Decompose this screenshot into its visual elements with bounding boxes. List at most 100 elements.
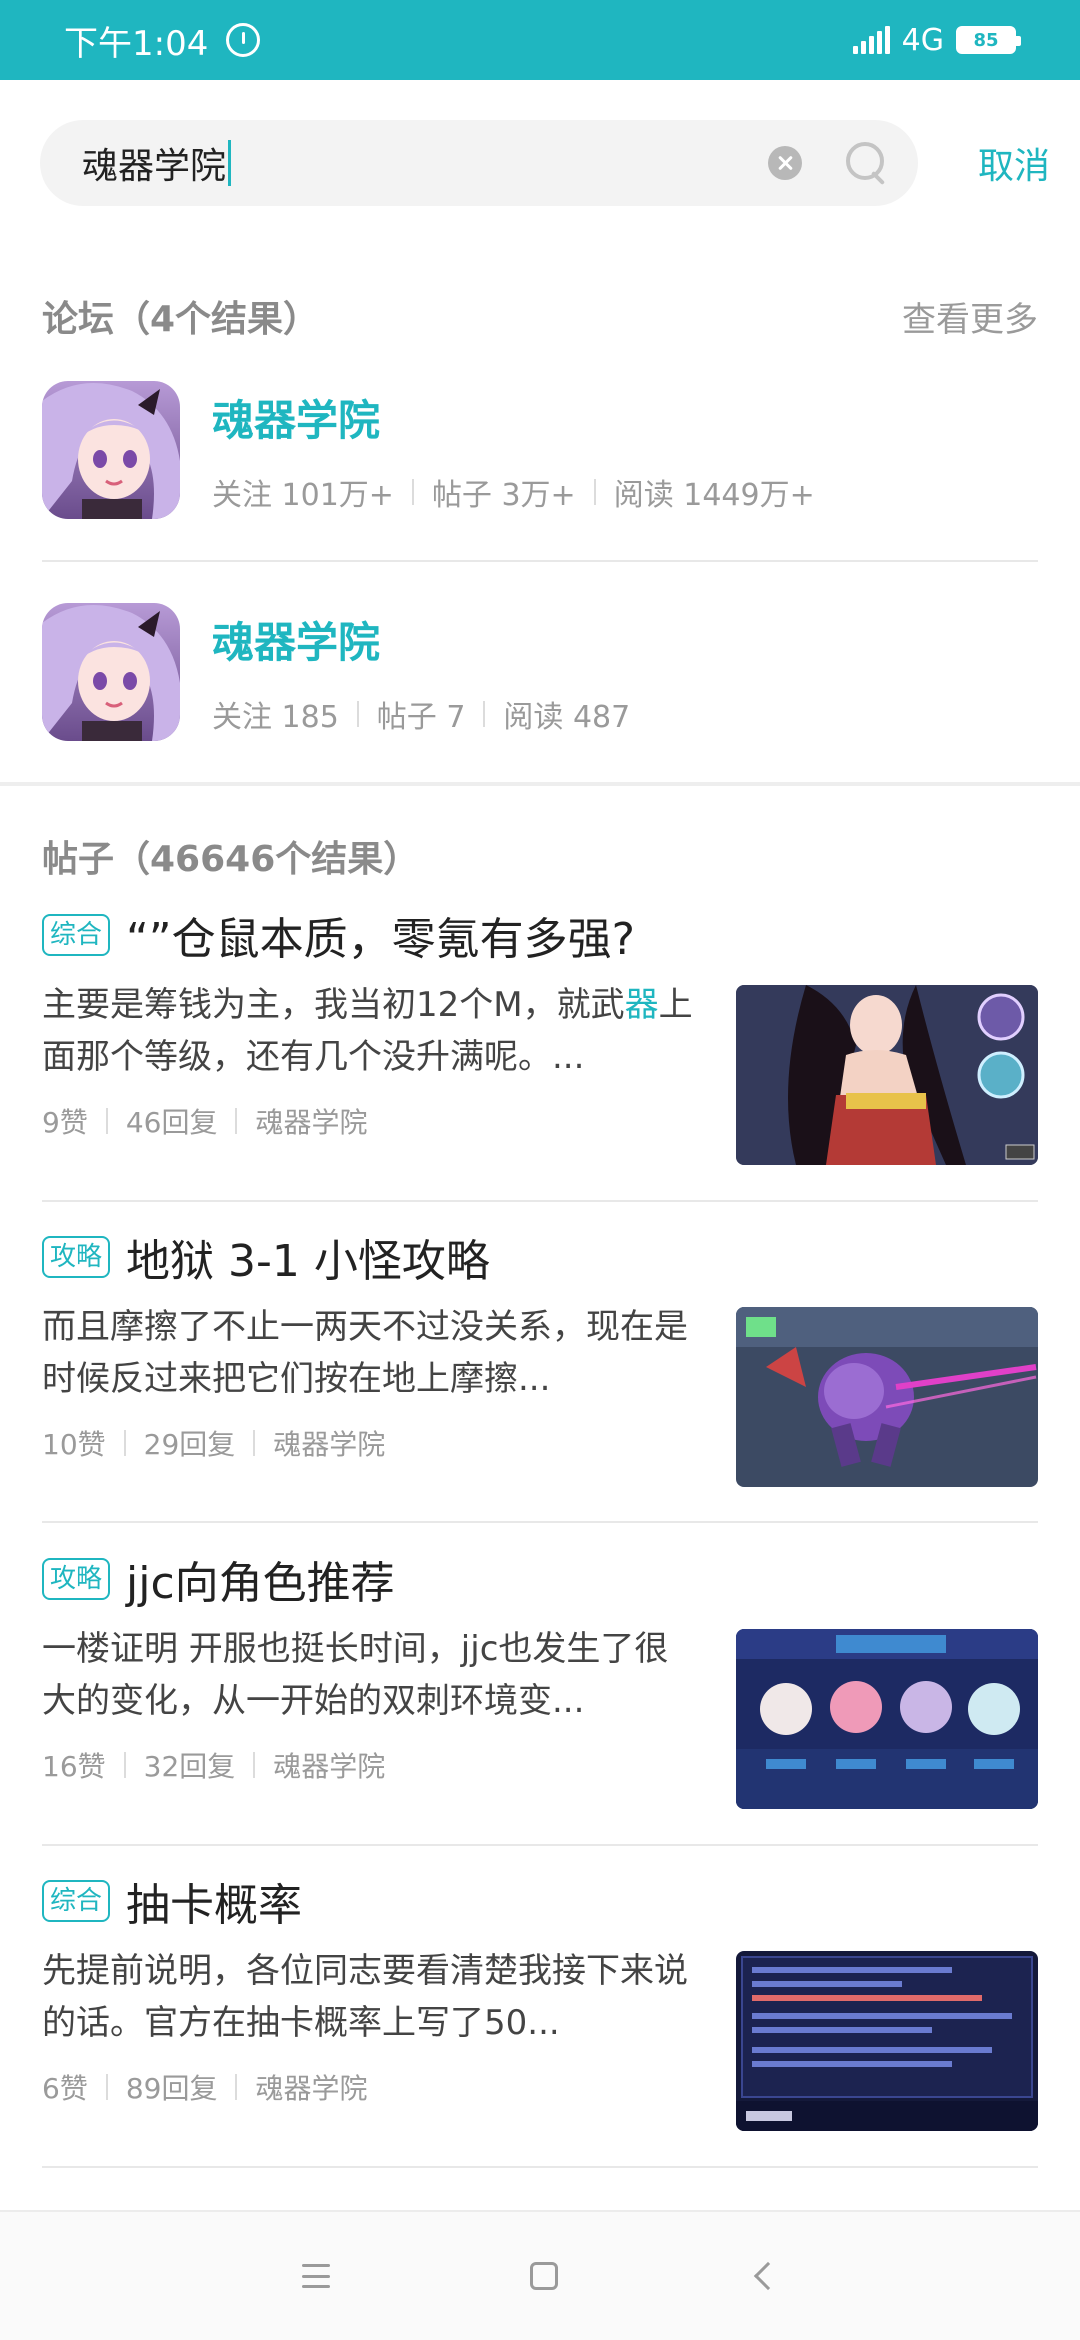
post-forum: 魂器学院 [255,1106,368,1139]
forum-read-count: 阅读 1449万+ [613,477,815,513]
post-text: 而且摩擦了不止一两天不过没关系，现在是时候反过来把它们按在地上摩擦... 10赞… [42,1301,702,1487]
excerpt-text: 先提前说明，各位同志要看清楚我接下来说的话。官方在抽卡概率上写了50... [42,1951,688,2043]
search-row: 魂器学院 取消 [40,120,1050,206]
post-excerpt: 主要是筹钱为主，我当初12个M，就武器上面那个等级，还有几个没升满呢。... [42,979,702,1083]
forum-section-header: 论坛（4个结果） 查看更多 [42,290,1038,342]
post-body: 主要是筹钱为主，我当初12个M，就武器上面那个等级，还有几个没升满呢。... 9… [42,979,1038,1165]
post-tag: 综合 [42,1880,111,1922]
post-body: 一楼证明 开服也挺长时间，jjc也发生了很大的变化，从一开始的双刺环境变... … [42,1623,1038,1809]
divider [42,560,1038,562]
forum-info: 魂器学院 关注 185 帖子 7 阅读 487 [212,609,630,736]
divider [105,1108,108,1134]
post-item[interactable]: 攻略 jjc向角色推荐 一楼证明 开服也挺长时间，jjc也发生了很大的变化，从一… [42,1549,1038,1839]
divider [123,1430,126,1456]
status-time: 下午1:04 [64,23,209,64]
divider [253,1752,256,1778]
post-replies: 32回复 [143,1750,236,1783]
forum-avatar [42,603,180,741]
forum-stats: 关注 185 帖子 7 阅读 487 [212,692,630,736]
forum-follow-count: 关注 101万+ [212,477,394,513]
post-replies: 46回复 [125,1106,218,1139]
forum-stats: 关注 101万+ 帖子 3万+ 阅读 1449万+ [212,470,815,514]
divider [411,478,414,505]
post-forum: 魂器学院 [273,1428,386,1461]
divider [42,1521,1038,1523]
post-excerpt: 而且摩擦了不止一两天不过没关系，现在是时候反过来把它们按在地上摩擦... [42,1301,702,1405]
status-bar: 下午1:04 4G 85 [0,0,1080,80]
post-excerpt: 先提前说明，各位同志要看清楚我接下来说的话。官方在抽卡概率上写了50... [42,1945,702,2049]
forum-section-title: 论坛（4个结果） [42,299,320,340]
post-tag: 综合 [42,914,111,956]
divider [483,700,486,727]
post-body: 先提前说明，各位同志要看清楚我接下来说的话。官方在抽卡概率上写了50... 6赞… [42,1945,1038,2131]
excerpt-text: 而且摩擦了不止一两天不过没关系，现在是时候反过来把它们按在地上摩擦... [42,1307,688,1399]
post-thumbnail [736,1307,1038,1487]
post-item[interactable]: 攻略 地狱 3-1 小怪攻略 而且摩擦了不止一两天不过没关系，现在是时候反过来把… [42,1227,1038,1517]
divider [235,1108,238,1134]
post-section-title: 帖子（46646个结果） [42,839,420,880]
post-thumbnail [736,1629,1038,1809]
system-nav-bar [0,2210,1080,2340]
post-text: 主要是筹钱为主，我当初12个M，就武器上面那个等级，还有几个没升满呢。... 9… [42,979,702,1165]
post-meta: 9赞 46回复 魂器学院 [42,1101,702,1141]
post-likes: 10赞 [42,1428,106,1461]
post-thumbnail [736,985,1038,1165]
excerpt-highlight: 器 [624,985,659,1025]
post-excerpt: 一楼证明 开服也挺长时间，jjc也发生了很大的变化，从一开始的双刺环境变... [42,1623,702,1727]
post-item[interactable]: 综合 抽卡概率 先提前说明，各位同志要看清楚我接下来说的话。官方在抽卡概率上写了… [42,1871,1038,2161]
status-right: 4G 85 [852,22,1021,58]
clear-icon[interactable] [768,146,802,180]
text-caret [228,140,232,186]
post-title-row: 综合 “”仓鼠本质，零氪有多强? [42,905,1038,965]
post-text: 一楼证明 开服也挺长时间，jjc也发生了很大的变化，从一开始的双刺环境变... … [42,1623,702,1809]
post-title-row: 综合 抽卡概率 [42,1871,1038,1931]
excerpt-text: 一楼证明 开服也挺长时间，jjc也发生了很大的变化，从一开始的双刺环境变... [42,1629,669,1721]
forum-avatar [42,381,180,519]
forum-read-count: 阅读 487 [503,699,631,735]
forum-result-item[interactable]: 魂器学院 关注 185 帖子 7 阅读 487 [42,602,1038,742]
menu-icon[interactable] [302,2264,330,2288]
forum-result-item[interactable]: 魂器学院 关注 101万+ 帖子 3万+ 阅读 1449万+ [42,380,1038,520]
battery-icon: 85 [956,26,1021,54]
forum-follow-count: 关注 185 [212,699,339,735]
divider [42,1844,1038,1846]
post-forum: 魂器学院 [255,2072,368,2105]
post-likes: 16赞 [42,1750,106,1783]
section-separator [0,782,1080,786]
divider [356,700,359,727]
post-title-row: 攻略 jjc向角色推荐 [42,1549,1038,1609]
forum-post-count: 帖子 7 [376,699,466,735]
post-meta: 10赞 29回复 魂器学院 [42,1423,702,1463]
network-type: 4G [901,22,944,58]
home-icon[interactable] [530,2262,558,2290]
forum-post-count: 帖子 3万+ [431,477,576,513]
search-icon[interactable] [844,140,890,186]
divider [235,2074,238,2100]
divider [593,478,596,505]
cancel-button[interactable]: 取消 [978,137,1050,189]
post-title: “”仓鼠本质，零氪有多强? [126,914,635,965]
divider [42,1200,1038,1202]
back-icon[interactable] [753,2261,783,2291]
search-query: 魂器学院 [82,146,227,187]
search-input[interactable]: 魂器学院 [82,137,768,189]
post-body: 而且摩擦了不止一两天不过没关系，现在是时候反过来把它们按在地上摩擦... 10赞… [42,1301,1038,1487]
post-title: 地狱 3-1 小怪攻略 [126,1236,490,1287]
post-replies: 29回复 [143,1428,236,1461]
post-item[interactable]: 综合 “”仓鼠本质，零氪有多强? 主要是筹钱为主，我当初12个M，就武器上面那个… [42,905,1038,1195]
excerpt-text: 主要是筹钱为主，我当初12个M，就武 [42,985,625,1025]
post-section-header: 帖子（46646个结果） [42,830,1038,882]
forum-name: 魂器学院 [212,617,381,667]
battery-level: 85 [973,29,999,51]
post-thumbnail [736,1951,1038,2131]
forum-name: 魂器学院 [212,395,381,445]
search-box[interactable]: 魂器学院 [40,120,918,206]
view-more-link[interactable]: 查看更多 [902,292,1038,341]
post-title-row: 攻略 地狱 3-1 小怪攻略 [42,1227,1038,1287]
post-tag: 攻略 [42,1558,111,1600]
divider [105,2074,108,2100]
divider [253,1430,256,1456]
divider [123,1752,126,1778]
post-text: 先提前说明，各位同志要看清楚我接下来说的话。官方在抽卡概率上写了50... 6赞… [42,1945,702,2131]
post-meta: 6赞 89回复 魂器学院 [42,2067,702,2107]
